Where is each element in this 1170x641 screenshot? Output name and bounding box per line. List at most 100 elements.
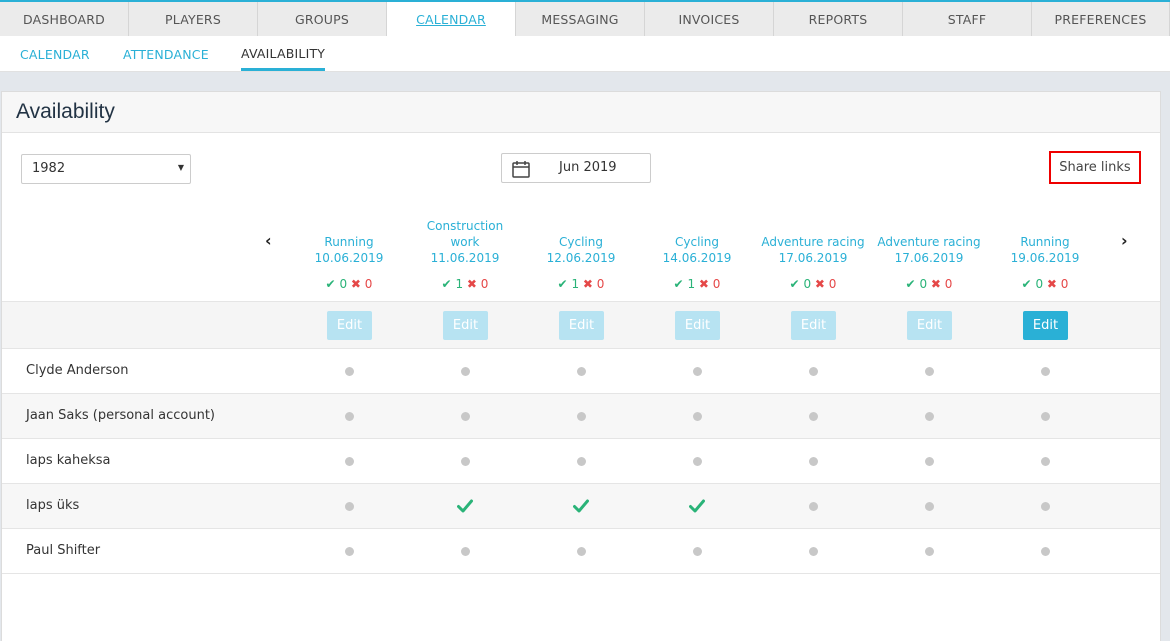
dot-icon[interactable] xyxy=(925,502,934,511)
yes-count: 0 xyxy=(919,277,928,291)
event-header[interactable]: Running 10.06.2019 xyxy=(291,234,407,266)
cross-icon: ✖ xyxy=(698,277,709,291)
dot-icon[interactable] xyxy=(461,457,470,466)
event-title: Running xyxy=(1020,235,1070,249)
dot-icon[interactable] xyxy=(809,547,818,556)
event-header[interactable]: Construction work 11.06.2019 xyxy=(407,218,523,266)
dot-icon[interactable] xyxy=(345,547,354,556)
table-row: laps üks xyxy=(2,484,1160,529)
dot-icon[interactable] xyxy=(809,367,818,376)
dot-icon[interactable] xyxy=(809,502,818,511)
dot-icon[interactable] xyxy=(809,457,818,466)
subtab-availability[interactable]: AVAILABILITY xyxy=(241,36,326,71)
yes-count: 0 xyxy=(803,277,812,291)
dot-icon[interactable] xyxy=(693,367,702,376)
check-icon: ✔ xyxy=(325,277,336,291)
check-icon[interactable] xyxy=(689,498,705,517)
event-date: 14.06.2019 xyxy=(662,251,732,265)
dot-icon[interactable] xyxy=(345,412,354,421)
yes-count: 1 xyxy=(687,277,696,291)
dot-icon[interactable] xyxy=(461,547,470,556)
tab-messaging[interactable]: MESSAGING xyxy=(516,2,645,36)
dot-icon[interactable] xyxy=(925,412,934,421)
share-links-button[interactable]: Share links xyxy=(1049,151,1141,184)
cross-icon: ✖ xyxy=(582,277,593,291)
event-counts: ✔ 1 ✖ 0 xyxy=(407,277,523,291)
edit-button[interactable]: Edit xyxy=(1023,311,1068,340)
sub-nav: CALENDAR ATTENDANCE AVAILABILITY xyxy=(0,36,1170,72)
event-date: 12.06.2019 xyxy=(546,251,616,265)
tab-players[interactable]: PLAYERS xyxy=(129,2,258,36)
check-icon[interactable] xyxy=(573,498,589,517)
table-row: Jaan Saks (personal account) xyxy=(2,394,1160,439)
edit-button[interactable]: Edit xyxy=(791,311,836,340)
player-name: laps kaheksa xyxy=(26,453,111,468)
dot-icon[interactable] xyxy=(693,547,702,556)
no-count: 0 xyxy=(1060,277,1069,291)
dot-icon[interactable] xyxy=(925,547,934,556)
edit-button[interactable]: Edit xyxy=(327,311,372,340)
tab-invoices[interactable]: INVOICES xyxy=(645,2,774,36)
dot-icon[interactable] xyxy=(461,367,470,376)
edit-button[interactable]: Edit xyxy=(907,311,952,340)
dot-icon[interactable] xyxy=(577,547,586,556)
dot-icon[interactable] xyxy=(925,457,934,466)
tab-calendar[interactable]: CALENDAR xyxy=(387,2,516,36)
dot-icon[interactable] xyxy=(345,457,354,466)
cross-icon: ✖ xyxy=(814,277,825,291)
no-count: 0 xyxy=(364,277,373,291)
caret-down-icon: ▼ xyxy=(177,163,184,172)
cross-icon: ✖ xyxy=(1046,277,1057,291)
dot-icon[interactable] xyxy=(1041,457,1050,466)
dot-icon[interactable] xyxy=(925,367,934,376)
dot-icon[interactable] xyxy=(577,412,586,421)
dot-icon[interactable] xyxy=(577,367,586,376)
check-icon[interactable] xyxy=(457,498,473,517)
chevron-right-icon[interactable]: › xyxy=(1121,231,1128,250)
no-count: 0 xyxy=(944,277,953,291)
check-icon: ✔ xyxy=(441,277,452,291)
dot-icon[interactable] xyxy=(1041,367,1050,376)
dot-icon[interactable] xyxy=(1041,412,1050,421)
event-title: Adventure racing xyxy=(761,235,865,249)
event-header[interactable]: Running 19.06.2019 xyxy=(987,234,1103,266)
dot-icon[interactable] xyxy=(461,412,470,421)
tab-preferences[interactable]: PREFERENCES xyxy=(1032,2,1170,36)
top-nav: DASHBOARD PLAYERS GROUPS CALENDAR MESSAGING I… xyxy=(0,0,1170,36)
dot-icon[interactable] xyxy=(1041,502,1050,511)
event-date: 19.06.2019 xyxy=(1010,251,1080,265)
event-header[interactable]: Adventure racing 17.06.2019 xyxy=(755,234,871,266)
subtab-attendance[interactable]: ATTENDANCE xyxy=(123,36,209,72)
check-icon: ✔ xyxy=(1021,277,1032,291)
no-count: 0 xyxy=(480,277,489,291)
dot-icon[interactable] xyxy=(1041,547,1050,556)
dot-icon[interactable] xyxy=(693,412,702,421)
event-header[interactable]: Adventure racing 17.06.2019 xyxy=(871,234,987,266)
tab-dashboard[interactable]: DASHBOARD xyxy=(0,2,129,36)
table-row: laps kaheksa xyxy=(2,439,1160,484)
dot-icon[interactable] xyxy=(693,457,702,466)
check-icon: ✔ xyxy=(905,277,916,291)
edit-button[interactable]: Edit xyxy=(675,311,720,340)
subtab-calendar[interactable]: CALENDAR xyxy=(20,36,90,72)
event-date: 10.06.2019 xyxy=(314,251,384,265)
group-select[interactable]: 1982 ▼ xyxy=(21,154,191,184)
dot-icon[interactable] xyxy=(345,367,354,376)
chevron-left-icon[interactable]: ‹ xyxy=(265,231,272,250)
edit-button[interactable]: Edit xyxy=(559,311,604,340)
dot-icon[interactable] xyxy=(809,412,818,421)
tab-reports[interactable]: REPORTS xyxy=(774,2,903,36)
edit-button[interactable]: Edit xyxy=(443,311,488,340)
event-header[interactable]: Cycling 12.06.2019 xyxy=(523,234,639,266)
event-header[interactable]: Cycling 14.06.2019 xyxy=(639,234,755,266)
event-counts: ✔ 0 ✖ 0 xyxy=(291,277,407,291)
dot-icon[interactable] xyxy=(577,457,586,466)
yes-count: 1 xyxy=(455,277,464,291)
tab-groups[interactable]: GROUPS xyxy=(258,2,387,36)
group-select-value: 1982 xyxy=(32,161,66,176)
dot-icon[interactable] xyxy=(345,502,354,511)
event-date: 17.06.2019 xyxy=(894,251,964,265)
no-count: 0 xyxy=(596,277,605,291)
month-picker[interactable]: Jun 2019 xyxy=(501,153,651,183)
tab-staff[interactable]: STAFF xyxy=(903,2,1032,36)
